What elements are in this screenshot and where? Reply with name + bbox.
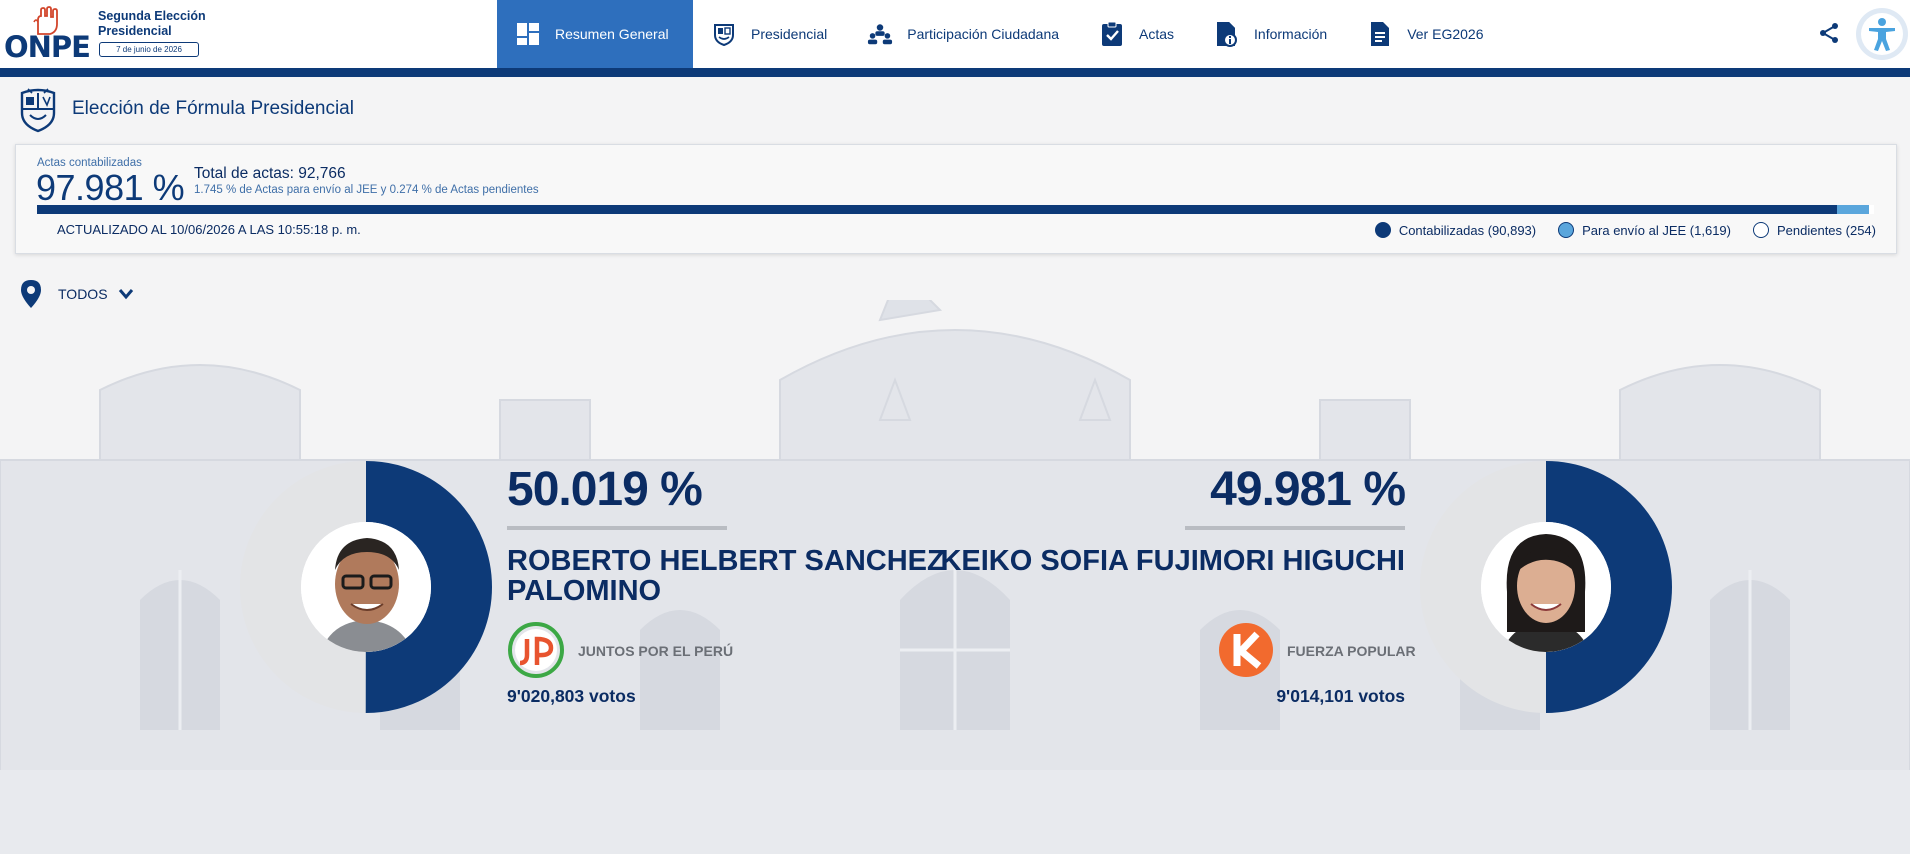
peru-coat-of-arms-icon [20,88,56,133]
legend-dot [1752,222,1769,238]
nav-label: Resumen General [555,26,669,42]
candidate-2-percentage: 49.981 % [1210,463,1406,516]
juntos-por-el-peru-logo-icon [508,622,564,678]
candidate-2-photo [1481,522,1611,652]
header-divider [0,68,1910,77]
actas-breakdown-text: 1.745 % de Actas para envío al JEE y 0.2… [194,184,539,196]
candidate-1-party: JUNTOS POR EL PERÚ [578,643,734,659]
actas-summary-card: Actas contabilizadas 97.981 % Total de a… [15,144,1897,254]
nav-label: Información [1254,26,1328,42]
legend-pending: Pendientes (254) [1752,222,1876,238]
election-date-badge: 7 de junio de 2026 [99,42,199,57]
legend-jee: Para envío al JEE (1,619) [1558,222,1731,238]
candidate-1-votes: 9'020,803 votos [507,686,636,706]
actas-progress-bar [37,205,1874,214]
nav-label: Presidencial [751,26,828,42]
legend-dot [1558,222,1575,238]
candidate-1-divider [507,526,727,530]
clipboard-check-icon [1099,21,1125,47]
candidate-2-party: FUERZA POPULAR [1287,643,1416,659]
page-title: Elección de Fórmula Presidencial [14,86,354,133]
legend-label: Pendientes (254) [1776,222,1876,238]
nav-label: Participación Ciudadana [907,26,1060,42]
dashboard-icon [515,21,541,47]
shield-emblem-icon [711,21,737,47]
nav-informacion[interactable]: Información [1196,0,1349,68]
people-icon [867,21,893,47]
onpe-logo[interactable]: ONPE Segunda Elección Presidencial 7 de … [4,6,206,64]
top-navigation-bar: ONPE Segunda Elección Presidencial 7 de … [0,0,1910,68]
share-icon[interactable] [1818,22,1840,44]
candidate-1-name: ROBERTO HELBERT SANCHEZ PALOMINO [507,545,945,607]
candidate-2-votes: 9'014,101 votos [1276,686,1405,706]
nav-label: Ver EG2026 [1407,26,1484,42]
accessibility-button[interactable] [1856,8,1908,60]
nav-ver-eg2026[interactable]: Ver EG2026 [1349,0,1505,68]
nav-actas[interactable]: Actas [1081,0,1196,68]
chevron-down-icon [118,289,133,300]
legend-label: Contabilizadas (90,893) [1398,222,1537,238]
total-actas: Total de actas: 92,766 [194,165,346,182]
main-nav: Resumen General Presidencial Participaci… [497,0,1505,68]
document-info-icon [1214,21,1240,47]
counted-percentage: 97.981 % [36,167,185,208]
nav-presidencial[interactable]: Presidencial [693,0,849,68]
candidate-2-divider [1185,526,1405,530]
nav-participacion-ciudadana[interactable]: Participación Ciudadana [849,0,1081,68]
progress-legend: Contabilizadas (90,893) Para envío al JE… [1353,222,1876,238]
legend-dot [1374,222,1391,238]
candidate-2-name: KEIKO SOFIA FUJIMORI HIGUCHI [940,545,1405,577]
legend-label: Para envío al JEE (1,619) [1582,222,1731,238]
logo-text: ONPE [4,30,91,64]
nav-resumen-general[interactable]: Resumen General [497,0,693,68]
legend-counted: Contabilizadas (90,893) [1374,222,1537,238]
document-icon [1367,21,1393,47]
section-title: Elección de Fórmula Presidencial [72,98,354,119]
progress-jee-segment [1836,205,1869,214]
last-updated: ACTUALIZADO AL 10/06/2026 A LAS 10:55:18… [57,222,361,237]
fuerza-popular-logo-icon [1219,623,1273,677]
accessibility-icon [1869,18,1895,51]
nav-label: Actas [1139,26,1175,42]
progress-pending-segment [1868,205,1874,214]
progress-counted-segment [37,205,1837,214]
election-title: Segunda Elección Presidencial [98,9,206,38]
candidate-1-percentage: 50.019 % [507,463,703,516]
candidate-1-photo [301,522,431,652]
